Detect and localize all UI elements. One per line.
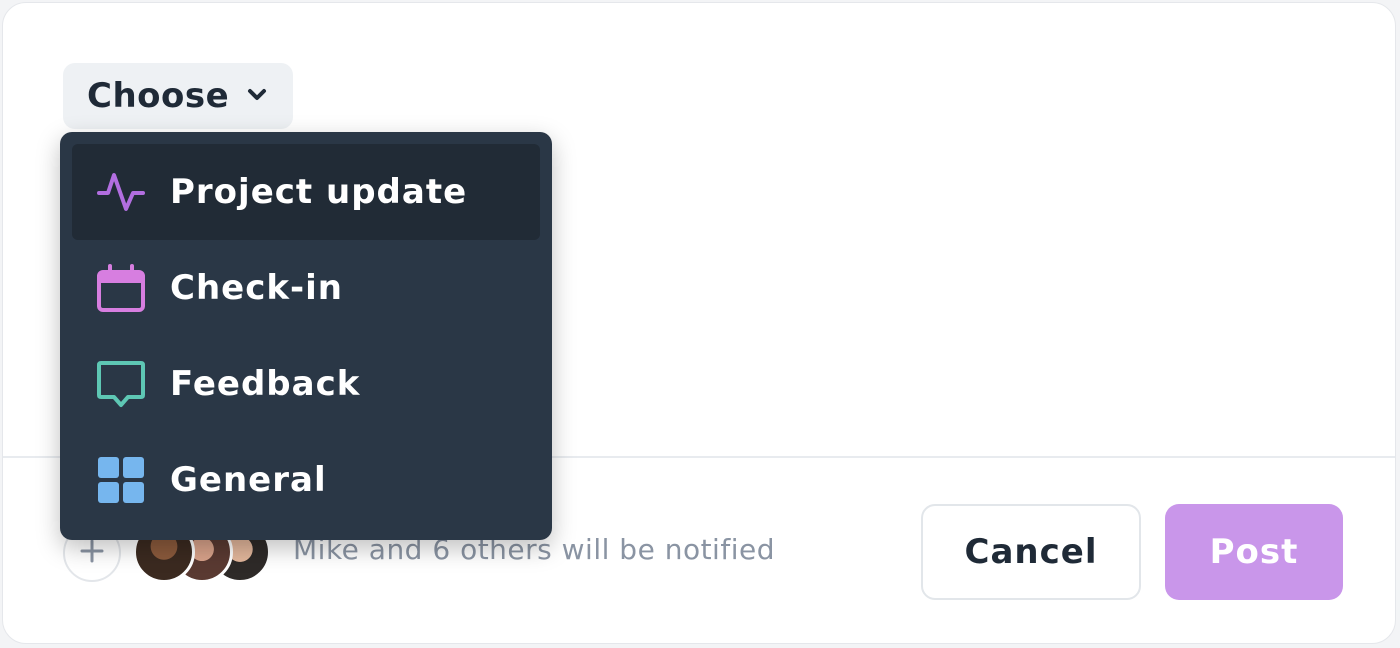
message-icon (96, 359, 146, 409)
type-dropdown-menu: Project update Check-in Feedback General (60, 132, 552, 540)
menu-item-general[interactable]: General (72, 432, 540, 528)
menu-item-label: General (170, 460, 327, 500)
menu-item-project-update[interactable]: Project update (72, 144, 540, 240)
grid-icon (96, 455, 146, 505)
plus-icon (77, 536, 107, 570)
menu-item-label: Check-in (170, 268, 343, 308)
choose-dropdown-button[interactable]: Choose (63, 63, 293, 129)
activity-icon (96, 167, 146, 217)
choose-label: Choose (87, 76, 230, 116)
cancel-button[interactable]: Cancel (921, 504, 1141, 600)
menu-item-label: Feedback (170, 364, 361, 404)
menu-item-check-in[interactable]: Check-in (72, 240, 540, 336)
menu-item-label: Project update (170, 172, 468, 212)
chevron-down-icon (245, 76, 269, 116)
calendar-icon (96, 263, 146, 313)
menu-item-feedback[interactable]: Feedback (72, 336, 540, 432)
post-button[interactable]: Post (1165, 504, 1343, 600)
